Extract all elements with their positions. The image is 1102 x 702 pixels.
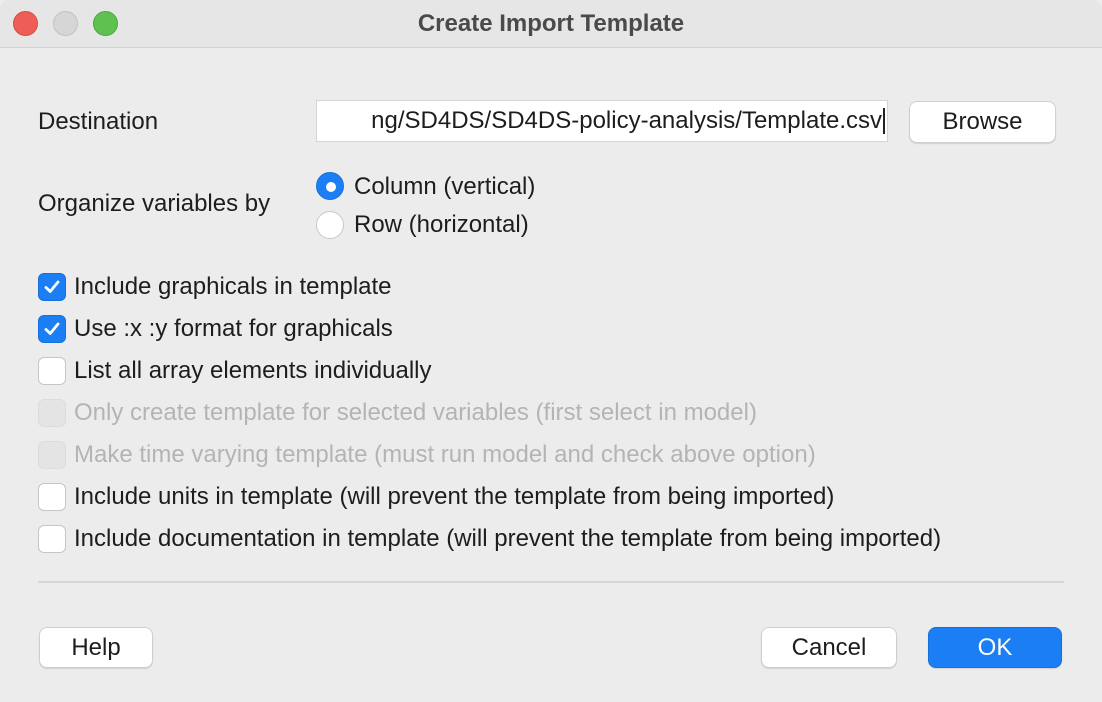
organize-label: Organize variables by [38, 190, 271, 217]
radio-row-label[interactable]: Row (horizontal) [354, 211, 529, 239]
xy-format-label[interactable]: Use :x :y format for graphicals [74, 315, 393, 343]
selected-variables-label: Only create template for selected variab… [74, 399, 757, 426]
time-varying-label: Make time varying template (must run mod… [74, 441, 816, 468]
checkbox-include-graphicals[interactable] [38, 273, 66, 301]
browse-button[interactable]: Browse [909, 101, 1056, 143]
include-units-label[interactable]: Include units in template (will prevent … [74, 483, 834, 511]
checkbox-time-varying [38, 441, 66, 469]
cancel-button[interactable]: Cancel [761, 627, 897, 668]
checkbox-list-array-elements[interactable] [38, 357, 66, 385]
separator [38, 581, 1064, 583]
radio-column-label[interactable]: Column (vertical) [354, 173, 535, 201]
include-documentation-label[interactable]: Include documentation in template (will … [74, 525, 941, 553]
include-graphicals-label[interactable]: Include graphicals in template [74, 273, 392, 301]
radio-column[interactable] [316, 172, 344, 200]
checkbox-xy-format[interactable] [38, 315, 66, 343]
checkmark-icon [44, 322, 60, 335]
checkbox-include-documentation[interactable] [38, 525, 66, 553]
destination-input[interactable]: ng/SD4DS/SD4DS-policy-analysis/Template.… [316, 100, 888, 142]
checkmark-icon [44, 280, 60, 293]
destination-value: ng/SD4DS/SD4DS-policy-analysis/Template.… [371, 108, 885, 134]
help-button[interactable]: Help [39, 627, 153, 668]
ok-button[interactable]: OK [928, 627, 1062, 668]
create-import-template-dialog: Create Import Template Destination ng/SD… [0, 0, 1102, 702]
window-title: Create Import Template [417, 10, 685, 37]
checkbox-selected-variables [38, 399, 66, 427]
destination-label: Destination [38, 108, 159, 135]
radio-row[interactable] [316, 211, 344, 239]
list-array-elements-label[interactable]: List all array elements individually [74, 357, 432, 385]
checkbox-include-units[interactable] [38, 483, 66, 511]
title-bar: Create Import Template [0, 0, 1102, 48]
